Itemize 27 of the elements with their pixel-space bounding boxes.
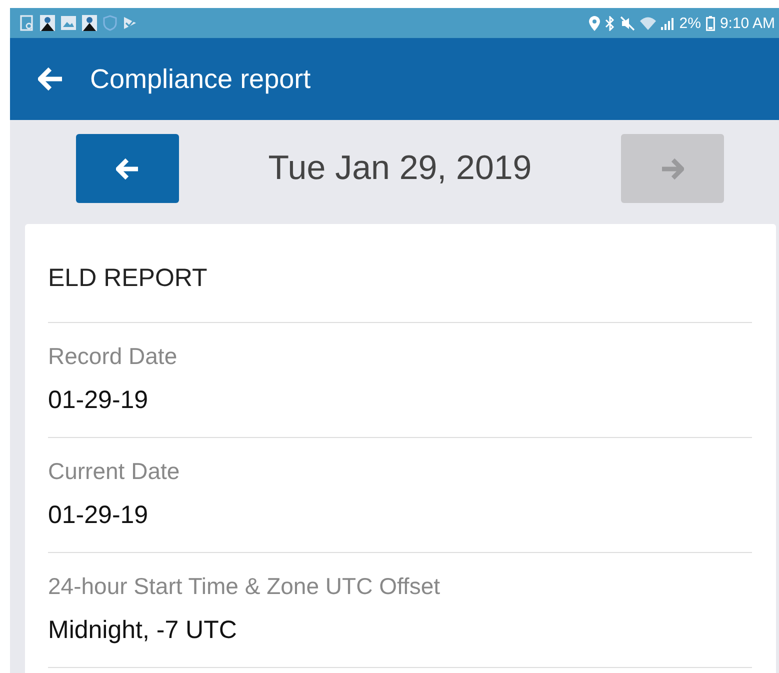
field-label: Current Date	[48, 458, 181, 485]
current-date: Tue Jan 29, 2019	[268, 149, 532, 188]
field-value: Midnight, -7 UTC	[48, 616, 238, 645]
bluetooth-icon	[605, 16, 616, 30]
signal-icon	[661, 16, 674, 30]
screen-title: Compliance report	[90, 64, 311, 94]
screenshot-icon	[20, 15, 34, 31]
person-icon	[82, 15, 97, 31]
person-icon	[40, 15, 55, 31]
battery-percent: 2%	[679, 14, 701, 32]
location-icon	[589, 16, 600, 30]
card-title: ELD REPORT	[48, 224, 752, 323]
shield-icon	[103, 15, 117, 31]
image-icon	[61, 16, 76, 30]
field-value: 01-29-19	[48, 386, 150, 415]
checklist-icon	[123, 16, 137, 30]
right-arrow-icon	[660, 158, 684, 180]
left-arrow-icon	[116, 158, 140, 180]
field-label: Record Date	[48, 343, 178, 370]
battery-icon	[706, 16, 715, 30]
field-label: 24-hour Start Time & Zone UTC Offset	[48, 573, 441, 600]
back-arrow-icon	[38, 67, 64, 91]
clock: 9:10 AM	[720, 14, 775, 32]
wifi-icon	[640, 16, 656, 30]
mute-icon	[620, 16, 636, 30]
previous-day-button[interactable]	[76, 134, 179, 203]
field-value: 01-29-19	[48, 501, 150, 530]
